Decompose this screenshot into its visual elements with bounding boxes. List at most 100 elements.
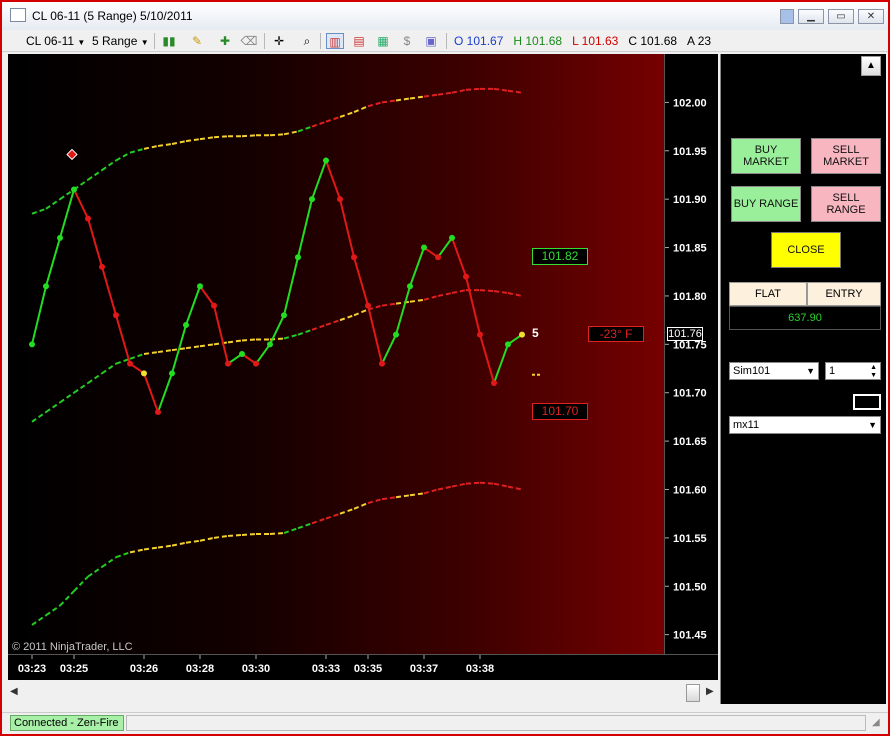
chart-trader-icon[interactable]: ▥ [326, 33, 344, 49]
price-segment [395, 285, 411, 335]
price-point [407, 283, 413, 290]
minimize-button[interactable]: ▁ [798, 9, 824, 24]
y-tick-label: 101.85 [673, 243, 707, 255]
lower-band-segment [451, 482, 467, 488]
price-segment [339, 198, 355, 258]
scroll-right-icon[interactable]: ▶ [706, 686, 714, 697]
resize-grip-icon[interactable]: ◢ [872, 717, 880, 728]
chart-app-icon [10, 8, 26, 22]
price-segment [45, 237, 61, 287]
middle-band-segment [493, 290, 509, 295]
upper-target-label: 101.82 [532, 248, 588, 265]
sell-market-button[interactable]: SELL MARKET [811, 138, 881, 174]
pencil-draw-icon[interactable]: ✎ [188, 33, 206, 49]
properties-icon[interactable]: ▣ [422, 33, 440, 49]
buy-range-button[interactable]: BUY RANGE [731, 186, 801, 222]
price-segment [465, 276, 481, 335]
remove-drawing-icon[interactable]: ⌫ [240, 33, 258, 49]
upper-band-segment [381, 99, 397, 104]
panel-collapse-button[interactable]: ▲ [861, 56, 881, 76]
signal-diamond [66, 148, 78, 161]
upper-band-segment [311, 120, 327, 128]
sell-range-button[interactable]: SELL RANGE [811, 186, 881, 222]
add-indicator-icon[interactable]: ✚ [216, 33, 234, 49]
middle-band-segment [87, 372, 103, 384]
title-bar[interactable]: CL 06-11 (5 Range) 5/10/2011 ▁ ▭ ✕ [2, 2, 888, 30]
lower-band-segment [171, 541, 187, 547]
price-point [519, 331, 525, 338]
price-point [183, 321, 189, 328]
close-position-button[interactable]: CLOSE [771, 232, 841, 268]
interval-selector[interactable]: 5 Range ▼ [92, 33, 149, 49]
chart-style-icon[interactable]: ▮▮ [160, 33, 178, 49]
time-axis[interactable]: 03:23 03:25 03:26 03:28 03:30 03:33 03:35 03:37… [8, 654, 718, 680]
middle-band-segment [339, 314, 355, 322]
toolbar-divider [264, 33, 265, 49]
bar-count-label: 5 [532, 326, 539, 340]
data-box-icon[interactable]: $ [398, 33, 416, 49]
horizontal-scrollbar[interactable]: ◀ ▶ [8, 682, 718, 704]
lower-band-segment [465, 481, 481, 485]
middle-band-segment [241, 338, 257, 342]
close-window-button[interactable]: ✕ [858, 9, 884, 24]
instrument-selector[interactable]: CL 06-11 ▼ [26, 33, 85, 49]
price-segment [269, 314, 285, 345]
price-point [197, 283, 203, 290]
upper-band-segment [465, 87, 481, 91]
price-point [239, 351, 245, 357]
lower-band-segment [507, 485, 523, 491]
lower-band-segment [241, 533, 257, 536]
account-select[interactable]: Sim101 ▼ [729, 362, 819, 380]
upper-band-segment [143, 144, 159, 150]
price-segment [367, 305, 383, 364]
y-tick-label: 102.00 [673, 97, 707, 109]
indicators-icon[interactable]: ▤ [350, 33, 368, 49]
strategies-icon[interactable]: ▦ [374, 33, 392, 49]
middle-band-segment [283, 333, 299, 340]
zoom-icon[interactable]: ⌕ [298, 33, 316, 49]
strategy-select[interactable]: mx11 ▼ [729, 416, 881, 434]
upper-band-segment [493, 87, 509, 92]
strategy-value: mx11 [733, 419, 760, 431]
crosshair-icon[interactable]: ✛ [270, 33, 288, 49]
price-point [253, 360, 259, 367]
upper-band-segment [283, 130, 299, 136]
price-axis[interactable]: 102.00 101.95 101.90 101.85 101.80 101.75 101.… [664, 54, 718, 654]
price-point [267, 341, 273, 348]
price-point [85, 215, 91, 222]
scroll-thumb[interactable] [686, 684, 700, 702]
lower-band-segment [381, 496, 397, 501]
buy-market-button[interactable]: BUY MARKET [731, 138, 801, 174]
price-point [421, 244, 427, 251]
color-swatch-icon[interactable] [780, 9, 794, 24]
upper-band-segment [87, 169, 103, 181]
stepper-arrows-icon[interactable]: ▲ ▼ [870, 364, 877, 380]
price-point [505, 341, 511, 348]
x-tick-label: 03:28 [186, 663, 214, 675]
price-point [379, 360, 385, 367]
price-point [365, 302, 371, 309]
lower-target-label: 101.70 [532, 403, 588, 420]
price-segment [255, 343, 271, 365]
lower-band-segment [297, 522, 313, 530]
lower-band-segment [87, 566, 103, 578]
entry-header: ENTRY [807, 282, 881, 306]
price-point [435, 254, 441, 261]
price-plot[interactable]: © 2011 NinjaTrader, LLC 101.82 101.70 -2… [8, 54, 664, 654]
x-tick-label: 03:23 [18, 663, 46, 675]
chevron-up-icon: ▲ [866, 60, 876, 71]
chart-panel[interactable]: © 2011 NinjaTrader, LLC 101.82 101.70 -2… [8, 54, 718, 680]
x-tick-label: 03:25 [60, 663, 88, 675]
lower-band-segment [367, 498, 383, 504]
scroll-left-icon[interactable]: ◀ [10, 686, 18, 697]
x-tick-label: 03:37 [410, 663, 438, 675]
y-tick-label: 101.80 [673, 291, 707, 303]
x-tick-label: 03:35 [354, 663, 382, 675]
current-price-marker: 101.76 [667, 327, 703, 341]
maximize-button[interactable]: ▭ [828, 9, 854, 24]
y-tick-label: 101.95 [673, 146, 707, 158]
color-box-button[interactable] [853, 394, 881, 410]
quantity-stepper[interactable]: 1 ▲ ▼ [825, 362, 881, 380]
price-point [211, 302, 217, 309]
upper-band-segment [339, 111, 355, 118]
